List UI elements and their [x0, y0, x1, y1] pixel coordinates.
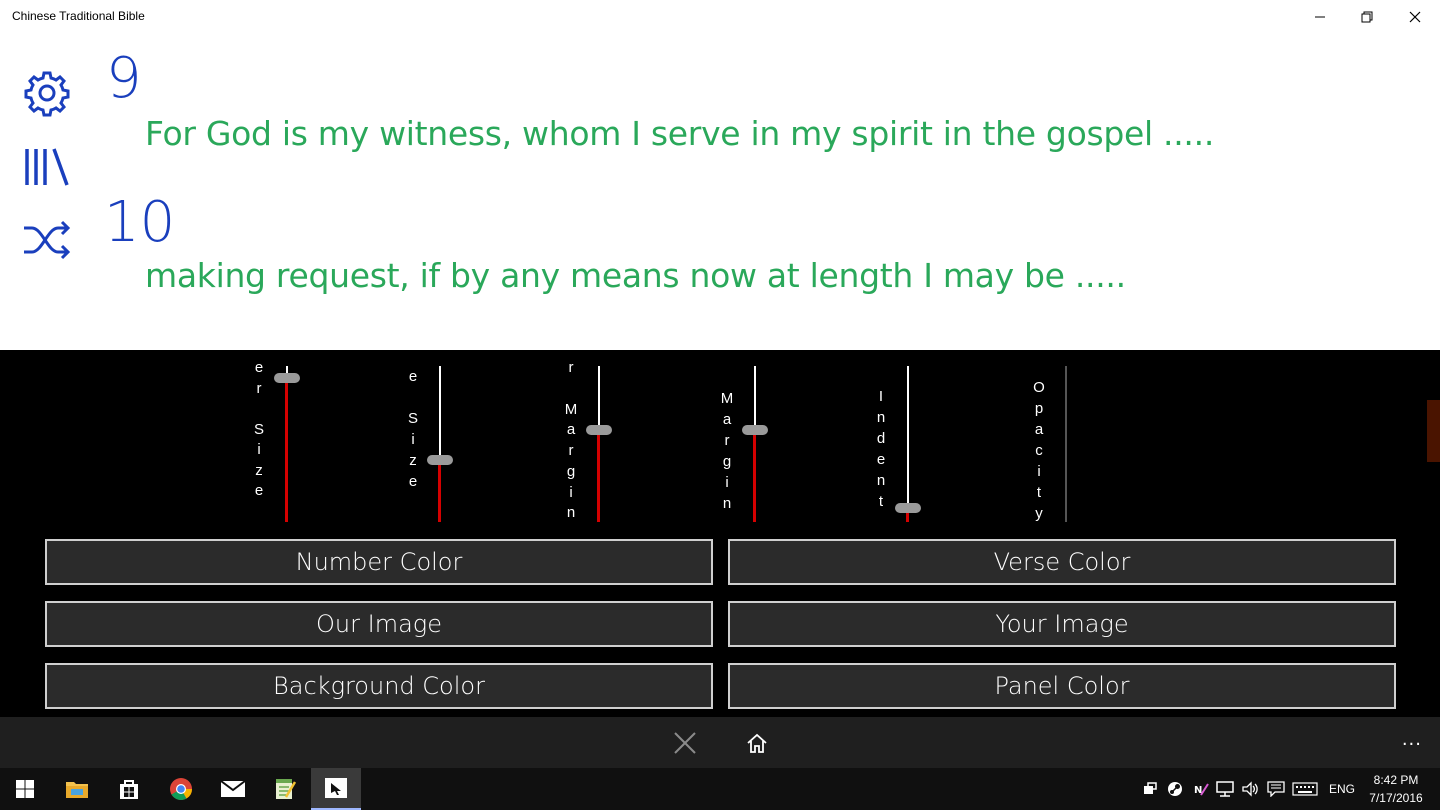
steam-icon — [1168, 782, 1182, 796]
panel-color-button[interactable]: Panel Color — [728, 663, 1396, 709]
library-icon — [25, 148, 69, 186]
taskbar-bible-app[interactable] — [311, 768, 361, 810]
more-options-button[interactable]: ... — [1402, 729, 1422, 750]
gear-icon — [24, 71, 70, 117]
library-button[interactable] — [22, 144, 72, 190]
taskbar-notepad-app[interactable] — [260, 768, 310, 810]
mail-icon — [220, 780, 246, 797]
slider-fill — [438, 459, 441, 522]
slider-label: Opacity — [1033, 379, 1045, 522]
clock-time: 8:42 PM — [1373, 773, 1419, 787]
background-color-button[interactable]: Background Color — [45, 663, 713, 709]
app-bar: ... — [0, 717, 1440, 768]
keyboard-icon — [1292, 782, 1318, 796]
shuffle-icon — [24, 220, 71, 260]
taskbar-mail[interactable] — [208, 768, 258, 810]
minimize-icon — [1315, 16, 1325, 18]
tray-action-center[interactable] — [1264, 768, 1288, 810]
slider-fill — [597, 429, 600, 522]
slider-thumb[interactable] — [585, 424, 612, 435]
slider-track[interactable] — [1065, 366, 1067, 522]
restore-button[interactable] — [1344, 0, 1390, 34]
chrome-icon — [170, 778, 192, 800]
slider-thumb[interactable] — [426, 454, 453, 465]
slider-track[interactable] — [906, 366, 909, 522]
settings-button[interactable] — [22, 68, 72, 118]
scroll-indicator[interactable] — [1427, 400, 1440, 462]
verse-number: 9 — [106, 46, 142, 111]
close-panel-button[interactable] — [670, 729, 700, 757]
tray-onenote[interactable]: N — [1190, 768, 1212, 810]
taskbar-chrome[interactable] — [156, 768, 206, 810]
verse-color-button[interactable]: Verse Color — [728, 539, 1396, 585]
tray-steam[interactable] — [1164, 768, 1186, 810]
taskbar-file-explorer[interactable] — [52, 768, 102, 810]
network-icon — [1216, 781, 1234, 797]
app-title: Chinese Traditional Bible — [12, 9, 145, 23]
notification-icon — [1267, 781, 1285, 797]
notepad-icon — [276, 779, 296, 799]
shuffle-button[interactable] — [22, 220, 72, 260]
slider-thumb[interactable] — [894, 502, 921, 513]
taskbar-store[interactable] — [104, 768, 154, 810]
tray-keyboard[interactable] — [1290, 768, 1320, 810]
home-icon — [747, 733, 767, 753]
clock-date: 7/17/2016 — [1369, 791, 1423, 805]
reader-area: 9 For God is my witness, whom I serve in… — [0, 34, 1440, 350]
volume-icon — [1242, 781, 1258, 797]
slider-thumb[interactable] — [273, 373, 300, 384]
verse-text: making request, if by any means now at l… — [145, 256, 1126, 295]
slider-label: e Size — [407, 368, 418, 490]
start-button[interactable] — [0, 768, 50, 810]
slider-fill — [285, 378, 288, 522]
minimize-button[interactable] — [1297, 0, 1343, 34]
tray-network[interactable] — [1214, 768, 1236, 810]
our-image-button[interactable]: Our Image — [45, 601, 713, 647]
slider-thumb[interactable] — [741, 424, 768, 435]
taskbar: N ENG 8:42 PM 7/17/2016 — [0, 768, 1440, 810]
clock[interactable]: 8:42 PM 7/17/2016 — [1366, 771, 1426, 807]
close-icon — [1409, 11, 1421, 23]
verse-number: 10 — [104, 190, 176, 255]
tray-network-device[interactable] — [1140, 768, 1160, 810]
slider-fill — [753, 429, 756, 522]
language-indicator[interactable]: ENG — [1324, 768, 1360, 810]
slider-label: Margin — [720, 390, 734, 512]
folder-icon — [66, 782, 88, 798]
device-icon — [1144, 782, 1157, 794]
close-icon — [674, 732, 696, 754]
bible-app-icon — [325, 778, 347, 798]
settings-panel: er Size e Size r Margin Margin Indent Opacity… — [0, 350, 1440, 717]
your-image-button[interactable]: Your Image — [728, 601, 1396, 647]
slider-label: er Size — [253, 359, 264, 500]
home-button[interactable] — [742, 729, 772, 757]
slider-label: Indent — [876, 388, 886, 510]
store-bag-icon — [120, 780, 138, 799]
slider-label: r Margin — [564, 359, 578, 522]
windows-logo-icon — [16, 780, 34, 798]
number-color-button[interactable]: Number Color — [45, 539, 713, 585]
title-bar: Chinese Traditional Bible — [0, 0, 1440, 34]
onenote-clip-icon: N — [1194, 783, 1209, 796]
verse-text: For God is my witness, whom I serve in m… — [145, 114, 1215, 153]
close-window-button[interactable] — [1392, 0, 1438, 34]
restore-icon — [1361, 11, 1373, 23]
tray-volume[interactable] — [1240, 768, 1262, 810]
